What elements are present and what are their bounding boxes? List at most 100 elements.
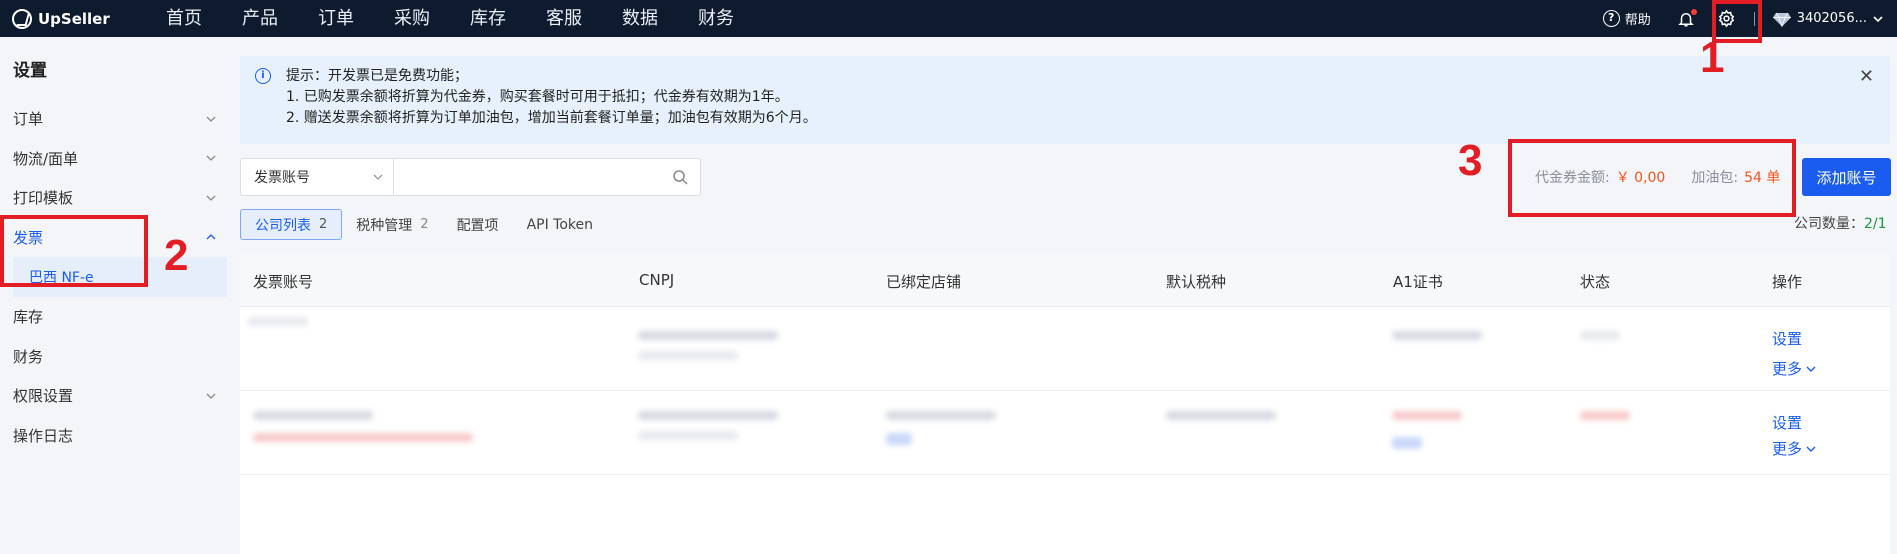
- col-invoice-account: 发票账号: [253, 273, 314, 291]
- sidebar-item-label: 打印模板: [13, 189, 74, 208]
- col-default-tax: 默认税种: [1166, 273, 1227, 291]
- col-bound-stores: 已绑定店铺: [886, 273, 962, 291]
- redacted-text: [886, 411, 996, 420]
- nav-finance[interactable]: 财务: [678, 0, 754, 37]
- info-notice: i 提示：开发票已是免费功能； 1. 已购发票余额将折算为代金券，购买套餐时可用…: [240, 56, 1890, 144]
- sidebar-item-label: 库存: [13, 308, 44, 327]
- nav-data[interactable]: 数据: [602, 0, 678, 37]
- diamond-icon: [1772, 12, 1791, 27]
- tab-label: API Token: [526, 216, 593, 233]
- company-count-label: 公司数量：: [1794, 216, 1864, 232]
- chevron-down-icon: [373, 174, 383, 180]
- sidebar-title: 设置: [13, 61, 47, 81]
- search-input[interactable]: [394, 159, 660, 195]
- annotation-number-1: 1: [1700, 33, 1725, 82]
- tab-label: 税种管理: [356, 217, 413, 234]
- search-icon[interactable]: [660, 159, 700, 195]
- sidebar-item-label: 操作日志: [13, 426, 74, 445]
- nav-home[interactable]: 首页: [146, 0, 222, 37]
- tab-api-token[interactable]: API Token: [513, 209, 607, 240]
- tab-config[interactable]: 配置项: [443, 209, 513, 240]
- chevron-up-icon: [206, 234, 216, 240]
- sidebar-item-orders[interactable]: 订单: [0, 99, 228, 139]
- question-icon: ?: [1602, 10, 1620, 27]
- annotation-number-3: 3: [1458, 136, 1483, 185]
- notification-dot: [1690, 8, 1697, 15]
- sidebar-item-permissions[interactable]: 权限设置: [0, 376, 228, 416]
- redacted-text: [253, 433, 473, 442]
- chevron-down-icon: [1873, 15, 1883, 22]
- sidebar-item-label: 财务: [13, 347, 44, 366]
- col-actions: 操作: [1772, 273, 1803, 291]
- logo[interactable]: UpSeller: [0, 8, 146, 29]
- tab-company-list[interactable]: 公司列表 2: [240, 209, 343, 240]
- nav-products[interactable]: 产品: [222, 0, 298, 37]
- more-link[interactable]: 更多: [1772, 438, 1816, 459]
- chevron-down-icon: [206, 155, 216, 162]
- notice-line: 1. 已购发票余额将折算为代金券，购买套餐时可用于抵扣；代金券有效期为1年。: [286, 89, 789, 105]
- main-nav: 首页 产品 订单 采购 库存 客服 数据 财务: [146, 0, 754, 37]
- redacted-text: [1580, 331, 1620, 340]
- nav-orders[interactable]: 订单: [298, 0, 374, 37]
- nav-customer-service[interactable]: 客服: [526, 0, 602, 37]
- nav-purchase[interactable]: 采购: [374, 0, 450, 37]
- tab-bar: 公司列表 2 税种管理 2 配置项 API Token: [240, 209, 607, 240]
- company-count-value: 2/1: [1864, 216, 1887, 232]
- company-table: 发票账号 CNPJ 已绑定店铺 默认税种 A1证书 状态 操作 设置 更多 设置…: [240, 255, 1890, 554]
- help-label: 帮助: [1624, 13, 1651, 28]
- sidebar-item-finance[interactable]: 财务: [0, 337, 228, 377]
- sidebar-item-label: 权限设置: [13, 387, 74, 406]
- tab-label: 配置项: [456, 217, 499, 234]
- redacted-text: [248, 317, 308, 326]
- sidebar-item-label: 订单: [13, 110, 44, 129]
- redacted-text: [1580, 411, 1630, 420]
- notice-line: 2. 赠送发票余额将折算为订单加油包，增加当前套餐订单量；加油包有效期为6个月。: [286, 110, 817, 126]
- col-status: 状态: [1580, 273, 1611, 291]
- chevron-down-icon: [206, 116, 216, 122]
- close-icon[interactable]: ✕: [1859, 66, 1874, 87]
- table-header: 发票账号 CNPJ 已绑定店铺 默认税种 A1证书 状态 操作: [240, 255, 1890, 307]
- tab-tax-management[interactable]: 税种管理 2: [342, 209, 442, 240]
- search-field-value: 发票账号: [254, 170, 310, 186]
- info-icon: i: [255, 68, 271, 84]
- redacted-text: [1166, 411, 1276, 420]
- help-button[interactable]: ? 帮助: [1602, 9, 1651, 28]
- more-link[interactable]: 更多: [1772, 358, 1816, 379]
- redacted-text: [638, 351, 738, 360]
- notification-bell-icon[interactable]: [1677, 8, 1697, 28]
- redacted-text: [1392, 331, 1482, 340]
- table-row: 设置 更多: [240, 391, 1890, 475]
- chevron-down-icon: [206, 195, 216, 201]
- redacted-text: [1392, 411, 1462, 420]
- sidebar-item-operation-log[interactable]: 操作日志: [0, 416, 228, 456]
- upseller-logo-icon: [12, 8, 32, 29]
- company-count: 公司数量：2/1: [1794, 213, 1887, 233]
- tab-count: 2: [420, 217, 429, 232]
- redacted-badge: [1392, 437, 1422, 449]
- redacted-badge: [886, 433, 912, 445]
- top-navbar: UpSeller 首页 产品 订单 采购 库存 客服 数据 财务 ? 帮助 34…: [0, 0, 1897, 37]
- annotation-box-3: [1508, 139, 1796, 217]
- table-row: 设置 更多: [240, 307, 1890, 391]
- sidebar-item-print-templates[interactable]: 打印模板: [0, 178, 228, 218]
- settings-sidebar: 设置 订单 物流/面单 打印模板 发票 巴西 NF-e 库存 财务 权限设置 操…: [0, 37, 228, 554]
- annotation-box-2: [0, 215, 148, 287]
- notice-line: 提示：开发票已是免费功能；: [286, 68, 468, 84]
- sidebar-item-inventory[interactable]: 库存: [0, 297, 228, 337]
- chevron-down-icon: [1806, 446, 1816, 452]
- search-bar: 发票账号: [240, 158, 701, 196]
- redacted-text: [638, 411, 778, 420]
- more-label: 更多: [1772, 440, 1803, 458]
- settings-link[interactable]: 设置: [1772, 328, 1802, 349]
- sidebar-item-logistics[interactable]: 物流/面单: [0, 139, 228, 179]
- settings-link[interactable]: 设置: [1772, 412, 1802, 433]
- chevron-down-icon: [1806, 366, 1816, 372]
- logo-text: UpSeller: [38, 9, 110, 28]
- user-menu[interactable]: 3402056...: [1772, 11, 1883, 27]
- add-account-button[interactable]: 添加账号: [1802, 158, 1891, 196]
- nav-inventory[interactable]: 库存: [450, 0, 526, 37]
- more-label: 更多: [1772, 360, 1803, 378]
- search-field-select[interactable]: 发票账号: [241, 159, 394, 195]
- tab-label: 公司列表: [255, 217, 311, 234]
- col-a1-cert: A1证书: [1393, 273, 1443, 291]
